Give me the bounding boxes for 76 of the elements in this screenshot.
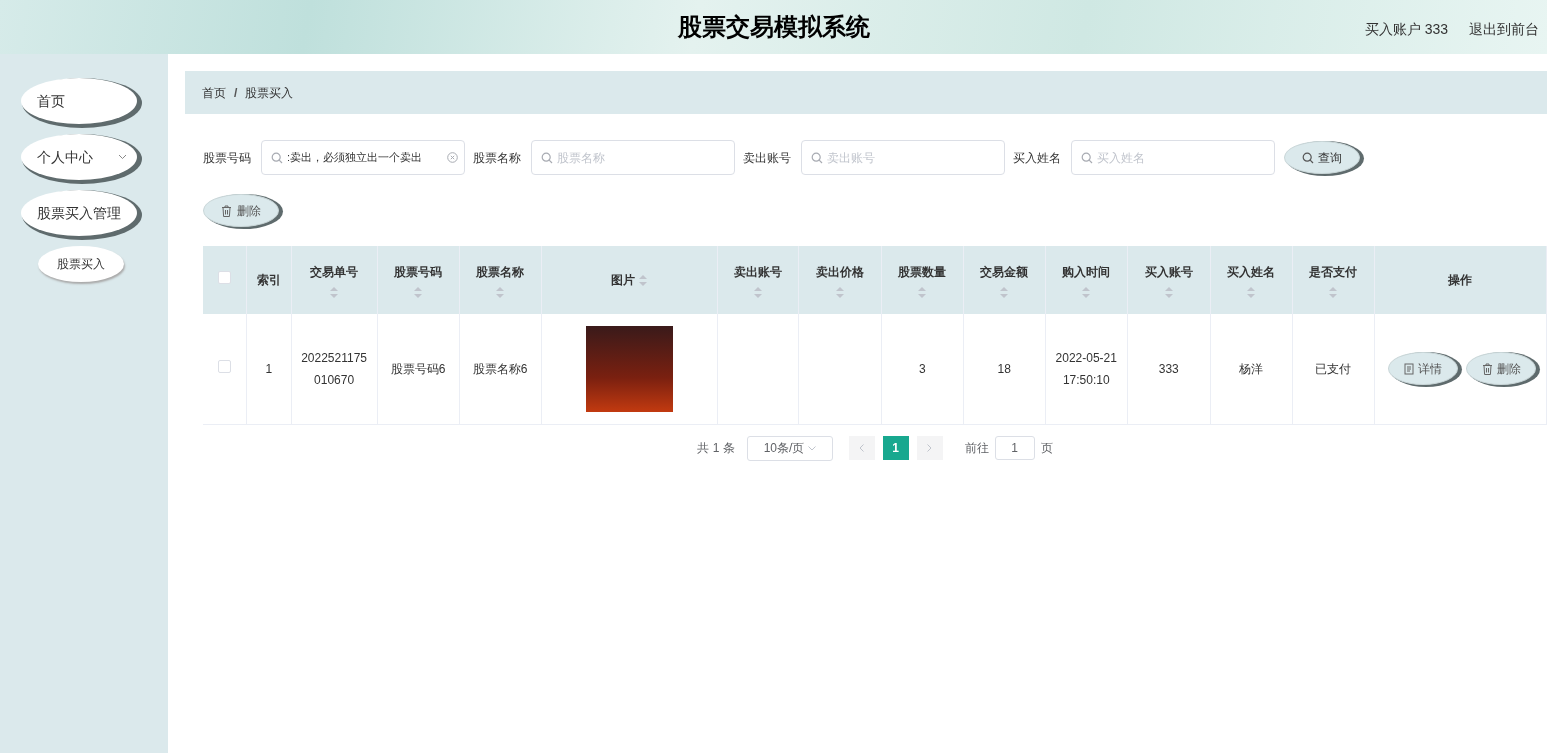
trash-icon <box>1481 362 1493 375</box>
chevron-right-icon <box>927 444 933 452</box>
sort-icon[interactable] <box>753 286 762 298</box>
column-header: 股票号码 <box>394 263 443 281</box>
filter-label: 股票号码 <box>203 149 251 167</box>
column-header: 交易单号 <box>310 263 359 281</box>
column-header: 是否支付 <box>1309 263 1358 281</box>
table-cell: 2022-05-21 17:50:10 <box>1055 350 1117 387</box>
chevron-down-icon <box>118 154 127 160</box>
search-icon <box>541 152 553 164</box>
column-header: 购入时间 <box>1062 263 1111 281</box>
column-header: 卖出价格 <box>815 263 864 281</box>
sort-icon[interactable] <box>1164 286 1173 298</box>
column-header: 买入账号 <box>1144 263 1193 281</box>
logout-link[interactable]: 退出到前台 <box>1469 19 1539 40</box>
filter-label: 股票名称 <box>473 149 521 167</box>
column-header: 图片 <box>611 272 636 289</box>
document-icon <box>1404 362 1414 375</box>
table-cell: 2022521175010670 <box>301 350 368 387</box>
sort-icon[interactable] <box>1082 286 1091 298</box>
column-header: 股票名称 <box>476 263 525 281</box>
table-cell: 333 <box>1158 361 1179 376</box>
table-cell: 股票名称6 <box>472 361 528 376</box>
total-count: 共 1 条 <box>697 440 735 457</box>
search-icon <box>1081 152 1093 164</box>
sort-icon[interactable] <box>835 286 844 298</box>
sort-icon[interactable] <box>330 286 339 298</box>
table-cell: 股票号码6 <box>390 361 446 376</box>
search-field[interactable]: :卖出，必须独立出一个卖出 <box>261 140 465 175</box>
previous-page-button[interactable] <box>848 436 875 460</box>
delete-button[interactable]: 删除 <box>203 194 279 227</box>
page-input[interactable]: 1 <box>994 436 1035 460</box>
column-header: 买入姓名 <box>1227 263 1276 281</box>
sort-icon[interactable] <box>1000 286 1009 298</box>
search-icon <box>271 152 283 164</box>
trash-icon <box>221 204 232 217</box>
submenu-item[interactable]: 股票买入 <box>38 246 124 282</box>
search-button[interactable]: 查询 <box>1284 141 1360 174</box>
table-cell: 已支付 <box>1315 361 1352 376</box>
sort-icon[interactable] <box>496 286 505 298</box>
goto-label: 前往 <box>964 440 989 457</box>
column-header: 卖出账号 <box>733 263 782 281</box>
sort-icon[interactable] <box>639 274 648 286</box>
next-page-button[interactable] <box>916 436 943 460</box>
clear-icon[interactable] <box>447 152 458 163</box>
page-size-select[interactable]: 10条/页 <box>746 435 833 461</box>
table-cell: 杨洋 <box>1239 361 1264 376</box>
detail-button[interactable]: 详情 <box>1388 352 1458 386</box>
sort-icon[interactable] <box>1247 286 1256 298</box>
chevron-left-icon <box>859 444 865 452</box>
filter-label: 买入姓名 <box>1013 149 1061 167</box>
app-title: 股票交易模拟系统 <box>677 12 870 42</box>
table-cell: 18 <box>997 361 1011 376</box>
filter-label: 卖出账号 <box>743 149 791 167</box>
search-icon <box>811 152 823 164</box>
column-header: 交易金额 <box>980 263 1029 281</box>
search-field[interactable]: 卖出账号 <box>801 140 1005 175</box>
column-header: 操作 <box>1448 272 1473 289</box>
table-cell: 3 <box>918 361 926 376</box>
checkbox[interactable] <box>218 359 231 373</box>
account-label: 买入账户 333 <box>1364 20 1448 39</box>
sort-icon[interactable] <box>1329 286 1338 298</box>
breadcrumb-link[interactable]: 股票买入 <box>245 83 294 102</box>
column-header: 索引 <box>256 272 281 289</box>
column-header: 股票数量 <box>898 263 947 281</box>
search-field[interactable]: 买入姓名 <box>1071 140 1275 175</box>
search-icon <box>1302 151 1314 164</box>
breadcrumb-separator: / <box>234 84 238 102</box>
page-suffix: 页 <box>1040 440 1053 457</box>
delete-button[interactable]: 删除 <box>1466 352 1536 386</box>
checkbox[interactable] <box>218 271 231 284</box>
breadcrumb-link[interactable]: 首页 <box>202 83 226 102</box>
sort-icon[interactable] <box>918 286 927 298</box>
table-cell: 1 <box>265 361 273 376</box>
sort-icon[interactable] <box>414 286 423 298</box>
chevron-down-icon <box>807 445 816 451</box>
